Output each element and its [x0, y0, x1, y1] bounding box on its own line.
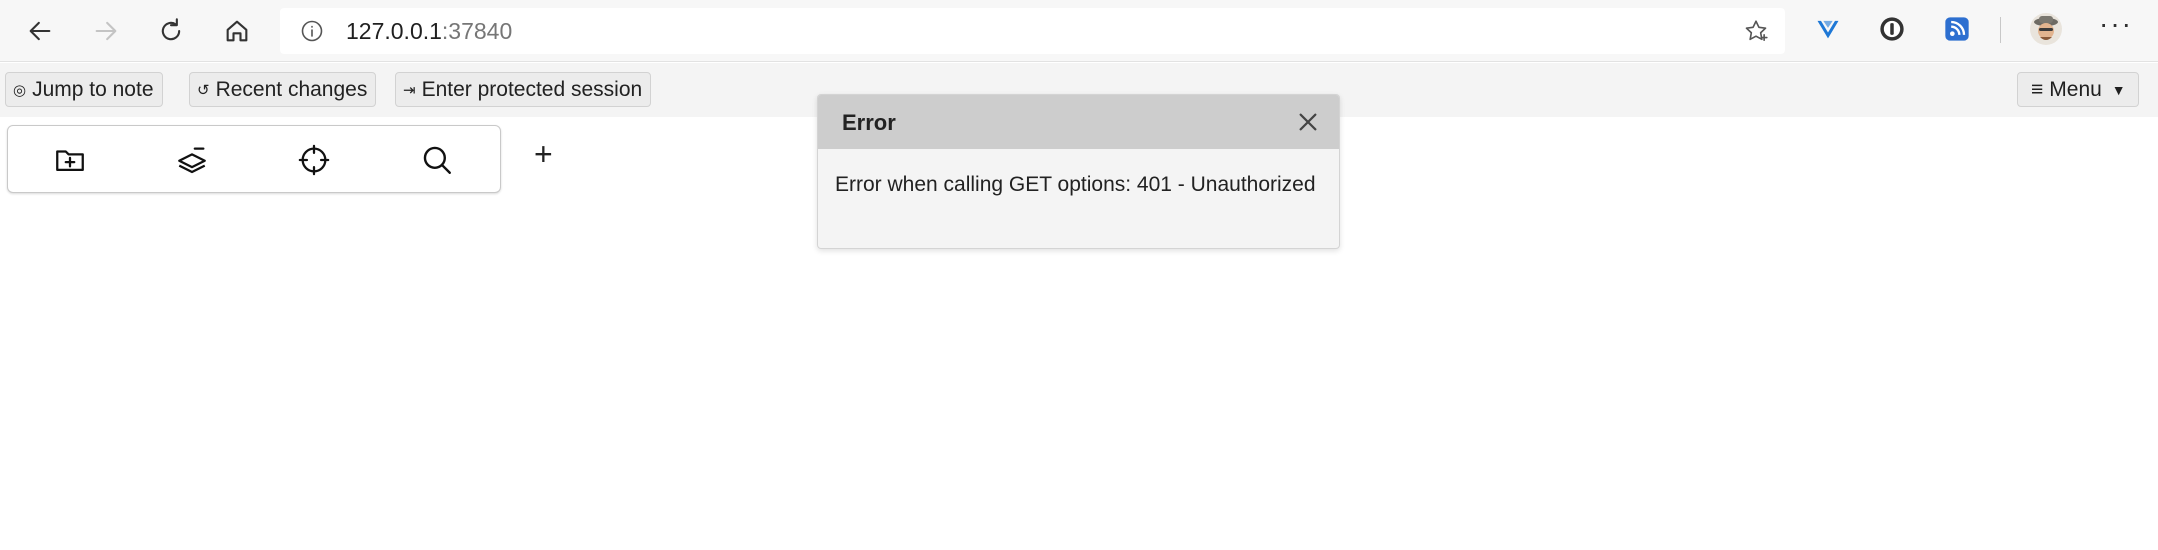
home-icon: [226, 20, 248, 42]
collapse-tree-icon: [178, 147, 206, 174]
caret-down-icon: ▼: [2111, 81, 2126, 98]
recent-changes-button[interactable]: ↺ Recent changes: [189, 72, 377, 107]
extension-shield-icon: [1817, 20, 1839, 39]
collapse-tree-button[interactable]: [175, 143, 209, 177]
extension-shield-button[interactable]: [1813, 14, 1843, 44]
create-top-level-note-button[interactable]: [53, 143, 87, 177]
menu-label: Menu: [2049, 77, 2102, 101]
enter-protected-session-label: Enter protected session: [421, 77, 643, 101]
refresh-button[interactable]: [148, 8, 194, 54]
jump-to-note-label: Jump to note: [32, 77, 154, 101]
back-icon: [29, 21, 51, 41]
enter-protected-session-button[interactable]: ⇥ Enter protected session: [395, 72, 652, 107]
profile-avatar[interactable]: [2029, 12, 2063, 46]
history-icon: ↺: [197, 81, 210, 99]
scroll-to-active-note-button[interactable]: [297, 143, 331, 177]
search-button[interactable]: [420, 143, 454, 177]
close-icon[interactable]: [1297, 111, 1319, 133]
url-port: :37840: [441, 18, 513, 44]
recent-changes-label: Recent changes: [215, 77, 368, 101]
extension-feed-button[interactable]: [1942, 14, 1972, 44]
forward-button[interactable]: [83, 8, 129, 54]
scroll-to-active-note-icon: [298, 144, 330, 176]
refresh-icon: [161, 18, 181, 41]
search-icon: [423, 146, 451, 174]
create-top-level-note-icon: [56, 150, 84, 172]
favorite-star-icon[interactable]: [1743, 18, 1769, 44]
login-icon: ⇥: [403, 81, 416, 99]
back-button[interactable]: [17, 8, 63, 54]
toast-title: Error: [842, 110, 896, 135]
add-button[interactable]: +: [534, 136, 553, 172]
url-text[interactable]: 127.0.0.1:37840: [346, 18, 512, 45]
error-toast: Error Error when calling GET options: 40…: [817, 94, 1340, 249]
extension-feed-icon: [1945, 17, 1969, 41]
jump-to-note-button[interactable]: ◎ Jump to note: [5, 72, 163, 107]
toast-header: Error: [818, 95, 1339, 149]
tree-actions-panel: [7, 125, 501, 193]
extension-password-button[interactable]: [1877, 14, 1907, 44]
menu-button[interactable]: ≡ Menu ▼: [2017, 72, 2139, 107]
crosshair-icon: ◎: [13, 81, 27, 99]
extension-password-icon: [1880, 17, 1904, 41]
hamburger-icon: ≡: [2031, 77, 2044, 101]
more-icon[interactable]: ···: [2096, 10, 2136, 44]
toast-message: Error when calling GET options: 401 - Un…: [835, 173, 1316, 196]
toolbar-divider: [2000, 17, 2001, 43]
forward-icon: [95, 21, 117, 41]
home-button[interactable]: [214, 8, 260, 54]
browser-toolbar: 127.0.0.1:37840 ···: [0, 0, 2158, 62]
address-bar[interactable]: 127.0.0.1:37840: [280, 8, 1785, 54]
info-icon[interactable]: [300, 19, 324, 43]
url-host: 127.0.0.1: [346, 18, 442, 44]
